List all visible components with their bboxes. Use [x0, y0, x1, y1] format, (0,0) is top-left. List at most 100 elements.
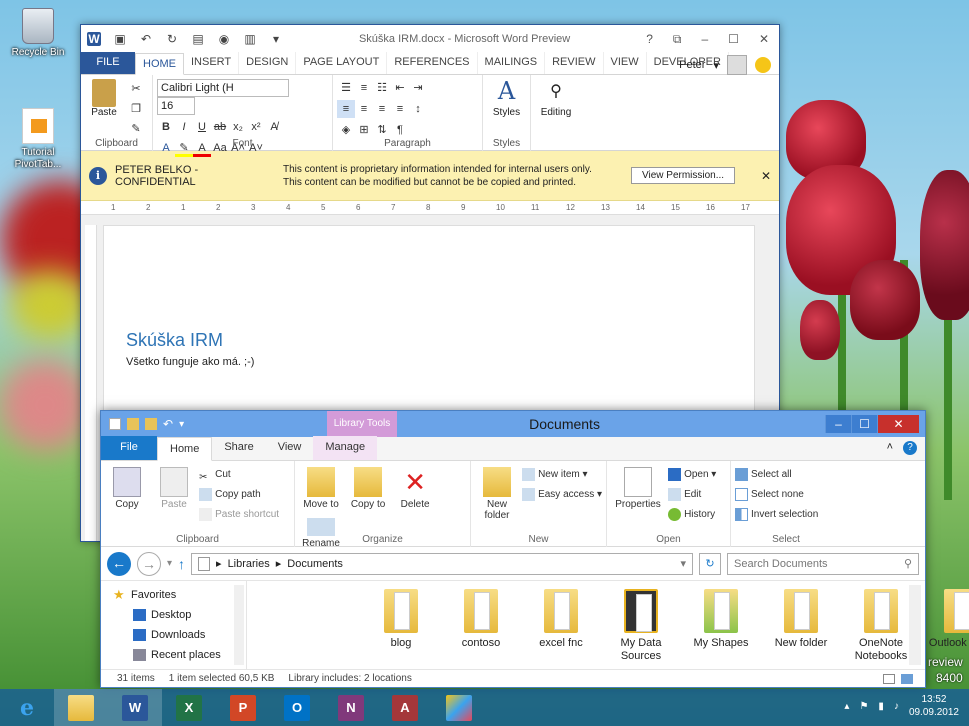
new-item-button[interactable]: New item ▾	[522, 465, 602, 485]
tab-file[interactable]: FILE	[81, 52, 135, 74]
folder-item[interactable]: OneNote Notebooks	[845, 589, 917, 663]
chevron-down-icon[interactable]: ▾	[680, 557, 686, 570]
customize-qat-icon[interactable]: ▾	[269, 32, 283, 46]
superscript-icon[interactable]: x²	[247, 118, 265, 136]
large-icons-view-icon[interactable]	[901, 673, 913, 684]
font-size-select[interactable]: 16	[157, 97, 195, 115]
network-icon[interactable]: ▮	[878, 701, 884, 712]
clear-formatting-icon[interactable]: A̸	[265, 118, 283, 136]
font-name-select[interactable]: Calibri Light (H	[157, 79, 289, 97]
taskbar-access[interactable]: A	[378, 689, 432, 726]
tab-view[interactable]: View	[266, 436, 314, 460]
account-area[interactable]: Peter ▾	[679, 55, 771, 75]
easy-access-button[interactable]: Easy access ▾	[522, 485, 602, 505]
undo-icon[interactable]: ↶	[139, 32, 153, 46]
view-permission-button[interactable]: View Permission...	[631, 167, 736, 184]
nav-favorites[interactable]: ★ Favorites	[101, 585, 246, 605]
align-left-icon[interactable]: ≡	[337, 100, 355, 118]
avatar[interactable]	[727, 55, 747, 75]
tab-share[interactable]: Share	[212, 436, 265, 460]
decrease-indent-icon[interactable]: ⇤	[391, 79, 409, 97]
tab-manage[interactable]: Manage	[313, 436, 378, 460]
delete-button[interactable]: ✕ Delete	[393, 465, 437, 510]
justify-icon[interactable]: ≡	[391, 100, 409, 118]
save-icon[interactable]: ▣	[113, 32, 127, 46]
tutorial-file-icon[interactable]: Tutorial PivotTab...	[2, 108, 74, 171]
back-arrow-icon[interactable]: ←	[107, 551, 131, 576]
taskbar-excel[interactable]: X	[162, 689, 216, 726]
editing-button[interactable]: ⚲ Editing	[535, 77, 577, 118]
nav-downloads[interactable]: Downloads	[101, 625, 246, 645]
folder-item[interactable]: excel fnc	[525, 589, 597, 650]
breadcrumb-documents[interactable]: Documents	[287, 558, 343, 570]
tab-file[interactable]: File	[101, 436, 157, 460]
multilevel-list-icon[interactable]: ☷	[373, 79, 391, 97]
invert-selection-button[interactable]: Invert selection	[735, 505, 837, 525]
smiley-icon[interactable]	[755, 57, 771, 73]
nav-scrollbar[interactable]	[234, 585, 244, 665]
history-button[interactable]: History	[668, 505, 716, 525]
minimize-button[interactable]: –	[825, 415, 851, 433]
user-name[interactable]: Peter	[679, 59, 705, 71]
shading-icon[interactable]: ◈	[337, 121, 355, 139]
maximize-button[interactable]: ☐	[728, 32, 739, 47]
new-folder-button[interactable]: New folder	[475, 465, 519, 521]
print-preview-icon[interactable]: ▤	[191, 32, 205, 46]
tab-design[interactable]: DESIGN	[239, 52, 297, 74]
new-folder-qat-icon[interactable]	[145, 418, 157, 430]
tab-review[interactable]: REVIEW	[545, 52, 604, 74]
horizontal-ruler[interactable]: 1 2 1 2 3 4 5 6 7 8 9 10 11 12 13 14 15 16 17	[81, 201, 779, 215]
properties-qat-icon[interactable]	[127, 418, 139, 430]
maximize-button[interactable]: ☐	[851, 415, 877, 433]
up-arrow-icon[interactable]: ↑	[178, 556, 185, 572]
taskbar-file-explorer[interactable]	[54, 689, 108, 726]
taskbar-word[interactable]: W	[108, 689, 162, 726]
close-button[interactable]: ✕	[759, 32, 769, 47]
nav-desktop[interactable]: Desktop	[101, 605, 246, 625]
sort-icon[interactable]: ⇅	[373, 121, 391, 139]
word-app-icon[interactable]: W	[87, 32, 101, 46]
taskbar-internet-explorer[interactable]: e	[0, 689, 54, 726]
search-input[interactable]: Search Documents ⚲	[727, 552, 919, 575]
tab-insert[interactable]: INSERT	[184, 52, 240, 74]
tab-page-layout[interactable]: PAGE LAYOUT	[296, 52, 388, 74]
select-none-button[interactable]: Select none	[735, 485, 837, 505]
explorer-app-icon[interactable]	[109, 418, 121, 430]
edit-button[interactable]: Edit	[668, 485, 716, 505]
flag-icon[interactable]: ⚑	[859, 701, 868, 712]
refresh-icon[interactable]: ↻	[699, 552, 721, 575]
record-icon[interactable]: ◉	[217, 32, 231, 46]
vertical-ruler[interactable]	[85, 225, 97, 541]
help-button[interactable]: ?	[646, 32, 653, 47]
show-hidden-icons-icon[interactable]: ▴	[844, 701, 849, 712]
tab-home[interactable]: HOME	[135, 53, 184, 75]
clock[interactable]: 13:52 09.09.2012	[909, 693, 959, 719]
forward-arrow-icon[interactable]: →	[137, 551, 161, 576]
nav-recent-places[interactable]: Recent places	[101, 645, 246, 665]
styles-button[interactable]: A Styles	[487, 77, 526, 118]
recent-locations-icon[interactable]: ▾	[167, 558, 172, 569]
paste-button[interactable]: Paste	[89, 79, 119, 118]
tab-references[interactable]: REFERENCES	[387, 52, 478, 74]
ribbon-display-button[interactable]: ⧉	[673, 32, 682, 47]
taskbar-outlook[interactable]: O	[270, 689, 324, 726]
document-body-text[interactable]: Všetko funguje ako má. ;-)	[126, 356, 254, 368]
minimize-button[interactable]: –	[701, 32, 708, 47]
underline-icon[interactable]: U	[193, 118, 211, 136]
italic-icon[interactable]: I	[175, 118, 193, 136]
tab-mailings[interactable]: MAILINGS	[478, 52, 546, 74]
move-to-button[interactable]: Move to	[299, 465, 343, 510]
close-icon[interactable]: ✕	[761, 169, 771, 183]
document-heading[interactable]: Skúška IRM	[126, 330, 223, 351]
tab-view[interactable]: VIEW	[604, 52, 647, 74]
undo-icon[interactable]: ↶	[163, 417, 173, 431]
folder-item[interactable]: blog	[365, 589, 437, 650]
borders-icon[interactable]: ⊞	[355, 121, 373, 139]
taskbar-paint[interactable]	[432, 689, 486, 726]
line-spacing-icon[interactable]: ↕	[409, 100, 427, 118]
numbering-icon[interactable]: ≡	[355, 79, 373, 97]
show-formatting-icon[interactable]: ¶	[391, 121, 409, 139]
close-button[interactable]: ✕	[877, 415, 919, 433]
copy-to-button[interactable]: Copy to	[346, 465, 390, 510]
tab-home[interactable]: Home	[157, 437, 213, 461]
